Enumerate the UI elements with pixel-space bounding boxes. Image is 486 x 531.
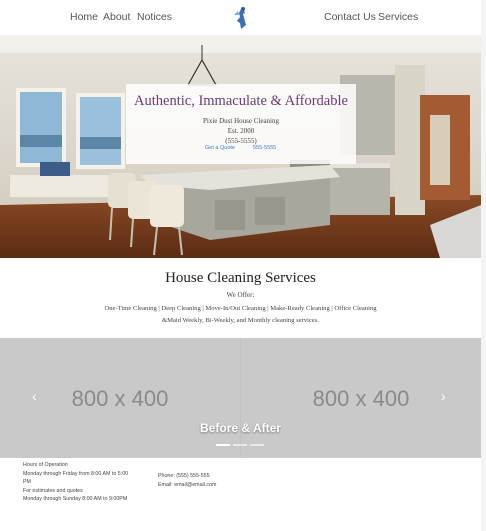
nav-notices-link[interactable]: Notices	[137, 11, 172, 23]
established-year: Est. 2000	[227, 127, 255, 135]
hero-title: Authentic, Immaculate & Affordable	[134, 93, 348, 109]
nav-services-link[interactable]: Services	[378, 11, 418, 23]
footer-phone: Phone: (555) 555-555	[158, 473, 210, 479]
hours-title: Hours of Operation	[23, 462, 68, 468]
services-list-line-2: &Maid Weekly, Bi-Weekly, and Monthly cle…	[161, 317, 320, 324]
estimates-title: For estimates and quotes	[23, 487, 83, 494]
hours-weekday-pm: PM	[23, 479, 31, 485]
hours-column: Hours of Operation Monday through Friday…	[23, 461, 143, 504]
services-list-line-1: One-Time Cleaning | Deep Cleaning | Move…	[104, 305, 377, 312]
phone-link[interactable]: 555-5555	[253, 145, 276, 151]
page-scrollbar[interactable]	[481, 0, 486, 531]
hero-phone: (555-5555)	[225, 137, 257, 145]
indicator-2[interactable]	[233, 444, 247, 446]
get-quote-link[interactable]: Get a Quote	[205, 145, 235, 151]
carousel-indicators	[216, 444, 267, 458]
company-name: Pixie Dust House Cleaning	[202, 117, 280, 125]
services-heading: House Cleaning Services	[165, 270, 316, 286]
before-after-carousel: 800 x 400 800 x 400 ‹ › Before & After	[0, 338, 481, 458]
carousel-caption: Before & After	[200, 421, 281, 435]
estimates-hours: Monday through Sunday 8:00 AM to 9:00PM	[23, 496, 128, 502]
footer: Hours of Operation Monday through Friday…	[0, 458, 481, 531]
indicator-1[interactable]	[216, 444, 230, 446]
services-section: House Cleaning Services We Offer: One-Ti…	[0, 258, 481, 338]
hours-weekday: Monday through Friday from 8:00 AM to 5:…	[23, 470, 129, 477]
services-list: One-Time Cleaning | Deep Cleaning | Move…	[0, 303, 481, 327]
nav-home-link[interactable]: Home	[70, 11, 98, 23]
carousel-prev-icon[interactable]: ‹	[32, 388, 37, 404]
indicator-3[interactable]	[250, 444, 264, 446]
hero-banner: Authentic, Immaculate & Affordable Pixie…	[0, 35, 481, 258]
top-navigation: Home About Notices Contact Us Services	[0, 0, 476, 35]
nav-about-link[interactable]: About	[103, 11, 130, 23]
fairy-logo-icon[interactable]	[232, 5, 252, 31]
carousel-next-icon[interactable]: ›	[441, 388, 446, 404]
nav-contact-link[interactable]: Contact Us	[324, 11, 376, 23]
contact-column: Phone: (555) 555-555 Email: email@email.…	[158, 472, 278, 490]
offer-label: We Offer:	[226, 291, 255, 299]
footer-email[interactable]: Email: email@email.com	[158, 481, 278, 490]
hero-info-card: Authentic, Immaculate & Affordable Pixie…	[126, 84, 356, 164]
